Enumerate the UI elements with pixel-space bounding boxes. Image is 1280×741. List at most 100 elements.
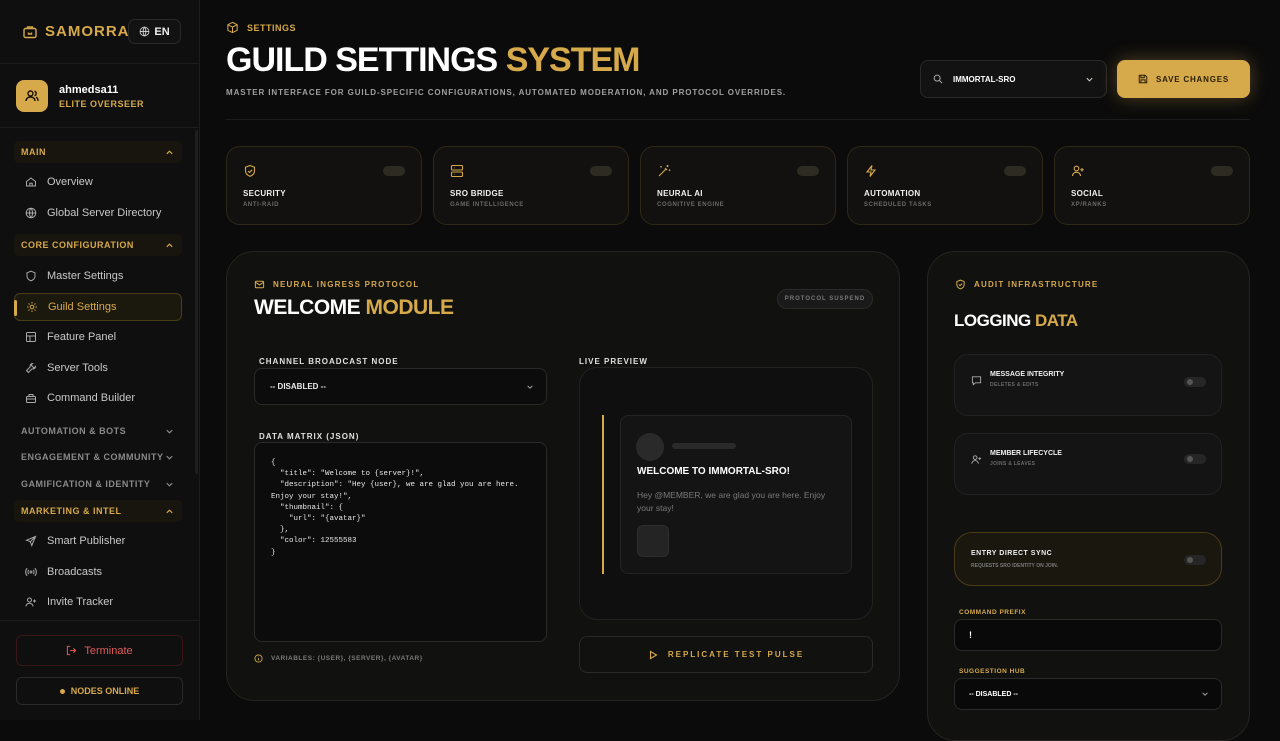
sidebar-item-master-settings[interactable]: Master Settings (14, 262, 182, 290)
shield-icon (25, 270, 37, 282)
feature-subtitle: GAME INTELLIGENCE (450, 202, 524, 208)
home-icon (25, 176, 37, 188)
sidebar-item-broadcasts[interactable]: Broadcasts (14, 558, 182, 586)
guild-selector-value: IMMORTAL-SRO (953, 74, 1016, 84)
feature-subtitle: XP/RANKS (1071, 202, 1107, 208)
user-plus-icon (25, 596, 37, 608)
sidebar-item-server-tools[interactable]: Server Tools (14, 354, 182, 382)
feature-card-sro-bridge[interactable]: SRO BRIDGE GAME INTELLIGENCE (433, 146, 629, 225)
save-label: SAVE CHANGES (1155, 74, 1230, 84)
language-code: EN (154, 25, 170, 38)
sidebar-item-label: Master Settings (47, 270, 124, 282)
feature-subtitle: COGNITIVE ENGINE (657, 202, 725, 208)
embed-title: WELCOME TO IMMORTAL-SRO! (637, 466, 790, 477)
section-label: AUTOMATION & BOTS (21, 426, 127, 436)
info-icon (254, 654, 263, 663)
user-plus-icon (971, 454, 982, 465)
row-subtitle: REQUESTS SRO IDENTITY ON JOIN. (971, 563, 1059, 569)
entry-direct-sync-row[interactable]: ENTRY DIRECT SYNC REQUESTS SRO IDENTITY … (954, 532, 1222, 586)
feature-card-automation[interactable]: AUTOMATION SCHEDULED TASKS (847, 146, 1043, 225)
feature-toggle[interactable] (590, 166, 612, 176)
feature-title: SECURITY (243, 189, 286, 198)
feature-toggle[interactable] (1211, 166, 1233, 176)
guild-selector[interactable]: IMMORTAL-SRO (920, 60, 1107, 98)
section-engagement-community[interactable]: ENGAGEMENT & COMMUNITY (14, 446, 182, 468)
section-core-configuration[interactable]: CORE CONFIGURATION (14, 234, 182, 256)
chevron-down-icon (1201, 690, 1209, 698)
welcome-module-panel: NEURAL INGRESS PROTOCOL WELCOME MODULE P… (226, 251, 900, 701)
wrench-icon (25, 362, 37, 374)
sidebar-item-global-directory[interactable]: Global Server Directory (14, 199, 182, 227)
users-icon (24, 88, 40, 104)
sidebar-item-smart-publisher[interactable]: Smart Publisher (14, 527, 182, 555)
command-prefix-input[interactable]: ! (954, 619, 1222, 651)
live-preview-label: LIVE PREVIEW (579, 357, 648, 366)
chevron-up-icon (165, 148, 174, 157)
sidebar-item-feature-panel[interactable]: Feature Panel (14, 323, 182, 351)
toolbox-icon (25, 392, 37, 404)
save-changes-button[interactable]: SAVE CHANGES (1117, 60, 1250, 98)
feature-title: AUTOMATION (864, 189, 921, 198)
live-preview: WELCOME TO IMMORTAL-SRO! Hey @MEMBER, we… (579, 367, 873, 620)
section-label: ENGAGEMENT & COMMUNITY (21, 452, 164, 462)
logout-icon (66, 645, 77, 656)
json-label: DATA MATRIX (JSON) (259, 432, 360, 441)
message-icon (971, 375, 982, 386)
brand: SAMORRAY EN (0, 0, 199, 64)
member-lifecycle-toggle[interactable] (1184, 454, 1206, 464)
message-integrity-toggle[interactable] (1184, 377, 1206, 387)
sidebar-item-invite-tracker[interactable]: Invite Tracker (14, 588, 182, 616)
feature-toggle[interactable] (797, 166, 819, 176)
server-icon (450, 164, 464, 178)
user-profile[interactable]: ahmedsa11 ELITE OVERSEER (0, 64, 199, 128)
row-subtitle: DELETES & EDITS (990, 382, 1039, 388)
replicate-test-pulse-button[interactable]: REPLICATE TEST PULSE (579, 636, 873, 673)
message-integrity-row[interactable]: MESSAGE INTEGRITY DELETES & EDITS (954, 354, 1222, 416)
protocol-suspend-button[interactable]: PROTOCOL SUSPEND (777, 289, 873, 309)
avatar (16, 80, 48, 112)
section-label: GAMIFICATION & IDENTITY (21, 479, 151, 489)
terminate-button[interactable]: Terminate (16, 635, 183, 666)
embed-card: WELCOME TO IMMORTAL-SRO! Hey @MEMBER, we… (620, 415, 852, 574)
command-prefix-label: COMMAND PREFIX (959, 609, 1026, 616)
nodes-label: NODES ONLINE (70, 686, 140, 696)
logging-title: LOGGING DATA (954, 311, 1078, 330)
feature-card-neural-ai[interactable]: NEURAL AI COGNITIVE ENGINE (640, 146, 836, 225)
section-label: MARKETING & INTEL (21, 506, 122, 516)
sidebar-scrollbar[interactable] (195, 130, 198, 474)
channel-select[interactable]: -- DISABLED -- (254, 368, 547, 405)
feature-card-social[interactable]: SOCIAL XP/RANKS (1054, 146, 1250, 225)
sidebar-item-label: Smart Publisher (47, 535, 126, 547)
sidebar-item-guild-settings[interactable]: Guild Settings (14, 293, 182, 321)
page-subtitle: MASTER INTERFACE FOR GUILD-SPECIFIC CONF… (226, 88, 787, 97)
chevron-down-icon (1085, 75, 1094, 84)
section-marketing-intel[interactable]: MARKETING & INTEL (14, 500, 182, 522)
welcome-title: WELCOME MODULE (254, 296, 454, 319)
chevron-down-icon (165, 480, 174, 489)
member-lifecycle-row[interactable]: MEMBER LIFECYCLE JOINS & LEAVES (954, 433, 1222, 495)
sidebar-item-command-builder[interactable]: Command Builder (14, 384, 182, 412)
feature-toggle[interactable] (383, 166, 405, 176)
section-main[interactable]: MAIN (14, 141, 182, 163)
sidebar-item-overview[interactable]: Overview (14, 168, 182, 196)
json-editor[interactable]: { "title": "Welcome to {server}!", "desc… (254, 442, 547, 642)
suggestion-hub-select[interactable]: -- DISABLED -- (954, 678, 1222, 710)
suggestion-hub-label: SUGGESTION HUB (959, 668, 1026, 675)
sidebar: SAMORRAY EN ahmedsa11 ELITE OVERSEER MAI… (0, 0, 200, 720)
briefcase-icon (22, 24, 38, 40)
feature-card-security[interactable]: SECURITY ANTI-RAID (226, 146, 422, 225)
feature-toggle[interactable] (1004, 166, 1026, 176)
mail-icon (254, 279, 265, 290)
entry-direct-sync-toggle[interactable] (1184, 555, 1206, 565)
user-plus-icon (1071, 164, 1085, 178)
nodes-status: NODES ONLINE (16, 677, 183, 705)
section-gamification-identity[interactable]: GAMIFICATION & IDENTITY (14, 473, 182, 495)
command-prefix-value: ! (969, 630, 972, 640)
play-icon (648, 650, 658, 660)
header-divider (226, 119, 1250, 120)
section-automation-bots[interactable]: AUTOMATION & BOTS (14, 420, 182, 442)
embed-thumbnail (637, 525, 669, 557)
language-button[interactable]: EN (128, 19, 181, 44)
shield-check-icon (955, 279, 966, 290)
sidebar-item-label: Overview (47, 176, 93, 188)
